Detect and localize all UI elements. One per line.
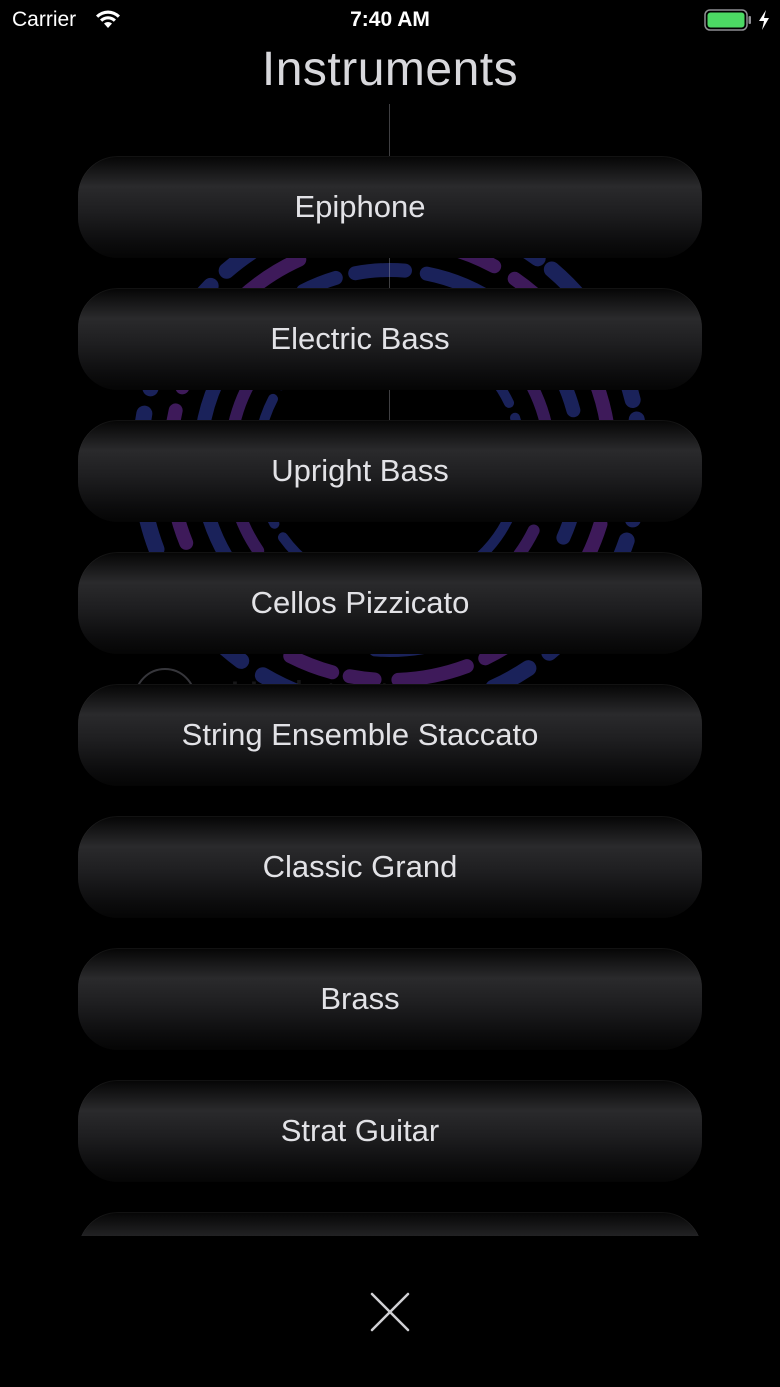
instrument-button-cellos-pizzicato[interactable]: Cellos Pizzicato	[78, 552, 702, 654]
instrument-button-upright-bass[interactable]: Upright Bass	[78, 420, 702, 522]
instrument-label: String Ensemble Staccato	[181, 717, 539, 752]
clock-time: 7:40 AM	[350, 8, 430, 31]
instrument-list[interactable]: Epiphone Electric Bass Upright Bass Cell…	[0, 140, 780, 1236]
instrument-label: Cellos Pizzicato	[250, 585, 470, 620]
instrument-label: Brass	[320, 981, 400, 1016]
instrument-button-electric-bass[interactable]: Electric Bass	[78, 288, 702, 390]
status-bar: Carrier 7:40 AM	[0, 0, 780, 40]
instrument-label: Epiphone	[294, 189, 426, 224]
instrument-button-partial[interactable]	[78, 1212, 702, 1236]
instrument-button-epiphone[interactable]: Epiphone	[78, 156, 702, 258]
instrument-label: Upright Bass	[271, 453, 449, 488]
instrument-label: Strat Guitar	[280, 1113, 440, 1148]
page-title: Instruments	[261, 43, 519, 96]
instrument-button-classic-grand[interactable]: Classic Grand	[78, 816, 702, 918]
instruments-screen: Carrier 7:40 AM Instruments Updatestar.c…	[0, 0, 780, 1387]
instrument-button-brass[interactable]: Brass	[78, 948, 702, 1050]
battery-icon	[704, 9, 751, 31]
instrument-label: Electric Bass	[270, 321, 450, 356]
charging-bolt-icon	[759, 10, 769, 30]
instrument-button-strat-guitar[interactable]: Strat Guitar	[78, 1080, 702, 1182]
instrument-button-string-ensemble-staccato[interactable]: String Ensemble Staccato	[78, 684, 702, 786]
close-icon[interactable]	[368, 1290, 412, 1334]
instrument-label: Classic Grand	[262, 849, 458, 884]
